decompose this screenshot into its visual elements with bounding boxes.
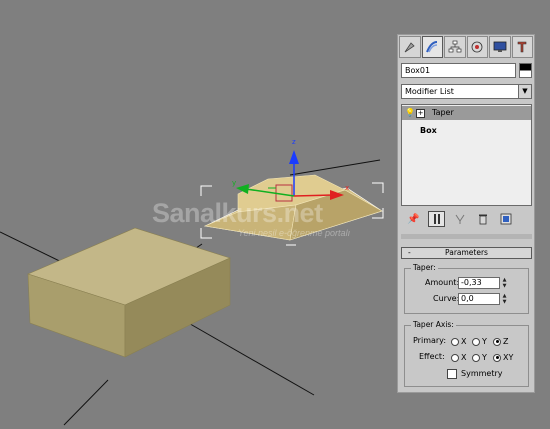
box-object[interactable]	[27, 227, 231, 358]
taper-group: Taper: Amount: -0,33 ▲ ▼ Curve: 0,0 ▲ ▼	[404, 263, 529, 314]
pin-stack-icon[interactable]: 📌	[405, 211, 422, 227]
panel-scroll-divider	[401, 234, 532, 239]
configure-modifier-sets-icon[interactable]	[497, 211, 514, 227]
amount-field[interactable]: -0,33	[458, 277, 500, 289]
primary-radio-z[interactable]: Z	[493, 337, 508, 346]
primary-label: Primary:	[413, 336, 447, 345]
grid-line	[63, 379, 109, 426]
taper-group-label: Taper:	[411, 263, 438, 272]
remove-modifier-icon[interactable]	[474, 211, 491, 227]
max-workspace: z x y Sanalkurs.net Yeni nesil e-öğrenme…	[0, 0, 550, 429]
effect-radio-xy[interactable]: XY	[493, 353, 513, 362]
modifier-list-dropdown[interactable]: Modifier List ▼	[401, 84, 532, 99]
lightbulb-icon[interactable]: 💡	[405, 106, 415, 120]
object-color-swatch[interactable]	[519, 63, 532, 78]
selection-bracket	[200, 185, 212, 196]
radio-button[interactable]	[451, 353, 459, 362]
curve-label: Curve:	[433, 294, 460, 303]
primary-radio-x[interactable]: X	[451, 337, 466, 346]
stack-toolbar: 📌	[401, 209, 532, 229]
effect-label: Effect:	[419, 352, 445, 361]
radio-label: Y	[482, 337, 487, 346]
stack-item-label: Box	[420, 126, 437, 135]
modifier-list-label: Modifier List	[405, 87, 454, 96]
hierarchy-icon[interactable]	[444, 36, 466, 58]
expand-plus-icon[interactable]: +	[416, 109, 425, 118]
radio-button[interactable]	[472, 337, 480, 346]
curve-field[interactable]: 0,0	[458, 293, 500, 305]
amount-label: Amount:	[425, 278, 460, 287]
effect-radio-y[interactable]: Y	[472, 353, 487, 362]
stack-item-box[interactable]: Box	[402, 124, 531, 138]
radio-label: Y	[482, 353, 487, 362]
gizmo-z-arrow	[289, 150, 299, 164]
gizmo-y-label: y	[232, 179, 236, 187]
modify-icon[interactable]	[421, 36, 443, 58]
watermark-text: Sanalkurs.net	[152, 198, 323, 228]
utilities-icon[interactable]	[511, 36, 533, 58]
object-name-field[interactable]: Box01	[401, 63, 516, 78]
motion-icon[interactable]	[466, 36, 488, 58]
taper-axis-group: Taper Axis: Primary: X Y Z Effect: X Y X…	[404, 320, 529, 387]
effect-radio-x[interactable]: X	[451, 353, 466, 362]
rollout-toggle[interactable]: -	[408, 248, 411, 258]
show-end-result-icon[interactable]	[428, 211, 445, 227]
selection-bracket	[372, 182, 384, 193]
selection-bracket	[200, 228, 212, 239]
make-unique-icon[interactable]	[451, 211, 468, 227]
parameters-rollout-header[interactable]: - Parameters	[401, 247, 532, 259]
command-panel: Box01 Modifier List ▼ 💡 + Taper Box 📌 - …	[397, 34, 535, 393]
stack-item-taper[interactable]: 💡 + Taper	[402, 106, 531, 120]
primary-radio-y[interactable]: Y	[472, 337, 487, 346]
curve-spinner[interactable]: ▲ ▼	[501, 293, 508, 305]
gizmo-x-label: x	[345, 184, 349, 192]
radio-button[interactable]	[451, 337, 459, 346]
taper-axis-group-label: Taper Axis:	[411, 320, 456, 329]
symmetry-label: Symmetry	[461, 369, 503, 378]
radio-label: Z	[503, 337, 509, 346]
radio-button[interactable]	[472, 353, 480, 362]
display-icon[interactable]	[489, 36, 511, 58]
chevron-down-icon[interactable]: ▼	[518, 85, 531, 98]
radio-button[interactable]	[493, 337, 501, 346]
command-panel-tabs	[399, 36, 533, 60]
gizmo-z-label: z	[292, 138, 296, 146]
grid-line	[184, 320, 315, 396]
radio-label: X	[461, 353, 467, 362]
symmetry-checkbox[interactable]	[447, 369, 457, 379]
create-icon[interactable]	[399, 36, 421, 58]
radio-label: X	[461, 337, 467, 346]
rollout-title: Parameters	[445, 248, 488, 257]
amount-spinner[interactable]: ▲ ▼	[501, 277, 508, 289]
grid-line	[289, 159, 381, 176]
radio-button[interactable]	[493, 353, 501, 362]
modifier-stack[interactable]: 💡 + Taper Box	[401, 104, 532, 206]
gizmo-x-axis	[293, 194, 334, 197]
watermark-subtitle: Yeni nesil e-öğrenme portalı	[238, 228, 351, 238]
stack-item-label: Taper	[432, 108, 454, 117]
radio-label: XY	[503, 353, 514, 362]
